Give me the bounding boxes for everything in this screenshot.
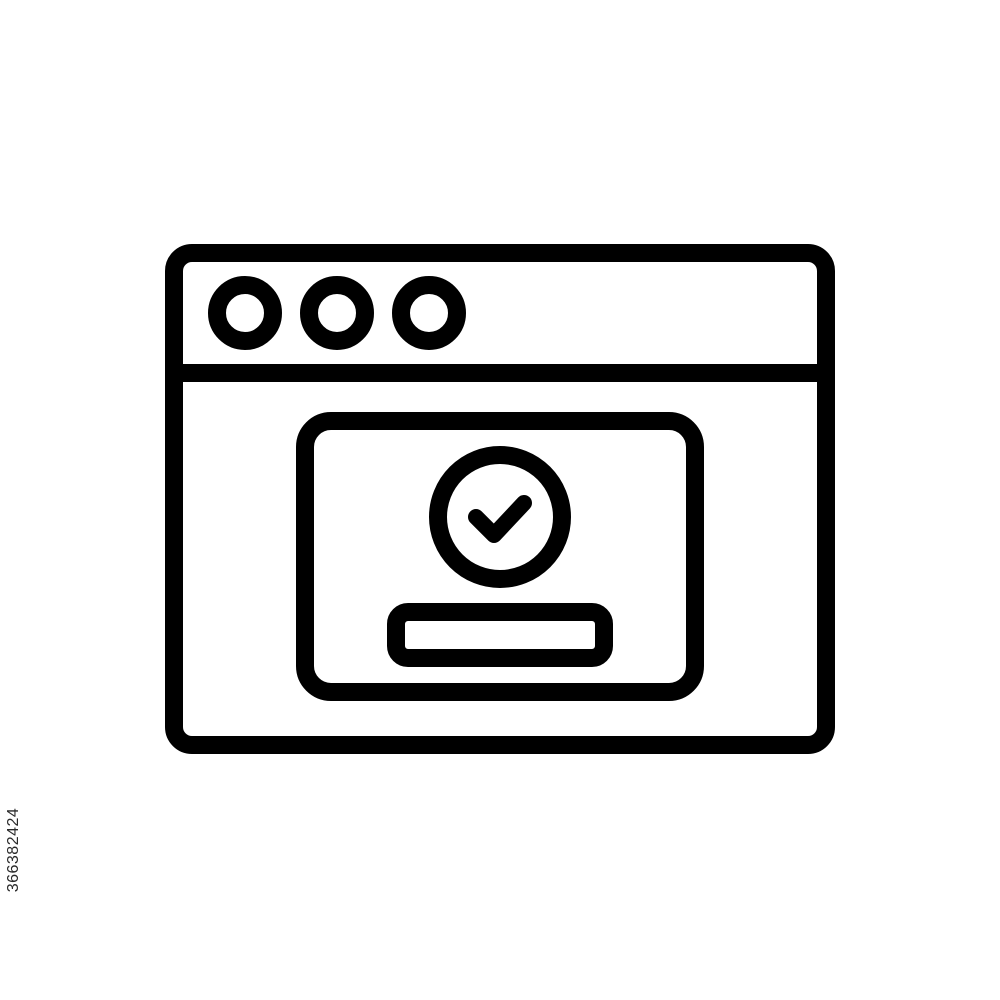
window-dot-3 xyxy=(392,276,466,350)
window-dot-2 xyxy=(300,276,374,350)
stock-id-watermark: 366382424 xyxy=(5,807,22,893)
browser-window-success-icon xyxy=(165,244,835,754)
window-dot-1 xyxy=(208,276,282,350)
check-mark-icon xyxy=(468,495,532,543)
icon-canvas: 366382424 xyxy=(0,0,1000,1000)
confirm-button-shape xyxy=(387,603,613,667)
